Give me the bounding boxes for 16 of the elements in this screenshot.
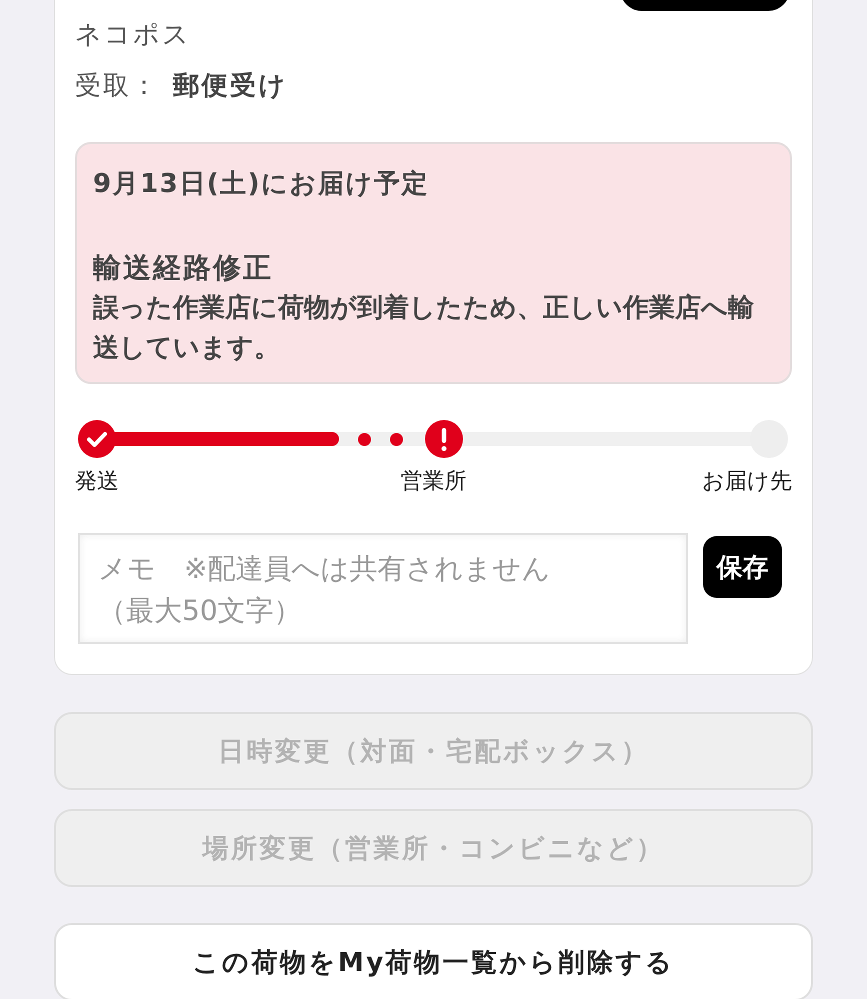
dot-icon [358, 432, 371, 446]
delivery-date: 9月13日(土)にお届け予定 [93, 168, 430, 201]
memo-field[interactable]: メモ ※配達員へは共有されません（最大50文字） [78, 533, 688, 644]
dot-icon [390, 432, 403, 446]
receipt-label: 受取： [75, 70, 159, 103]
check-icon [78, 420, 116, 458]
notice-heading: 輸送経路修正 [93, 250, 273, 286]
alert-icon [425, 420, 463, 458]
service-name: ネコポス [75, 19, 191, 52]
notice-message: 誤った作業店に荷物が到着したため、正しい作業店へ輸送しています。 [93, 292, 755, 365]
action-button[interactable]: この荷物をMy荷物一覧から削除する [54, 923, 813, 999]
step-label: 発送 [75, 468, 119, 496]
step-label: 営業所 [400, 468, 466, 496]
step-label: お届け先 [702, 468, 792, 496]
receipt-value: 郵便受け [173, 70, 288, 103]
save-button[interactable]: 保存 [703, 536, 782, 598]
